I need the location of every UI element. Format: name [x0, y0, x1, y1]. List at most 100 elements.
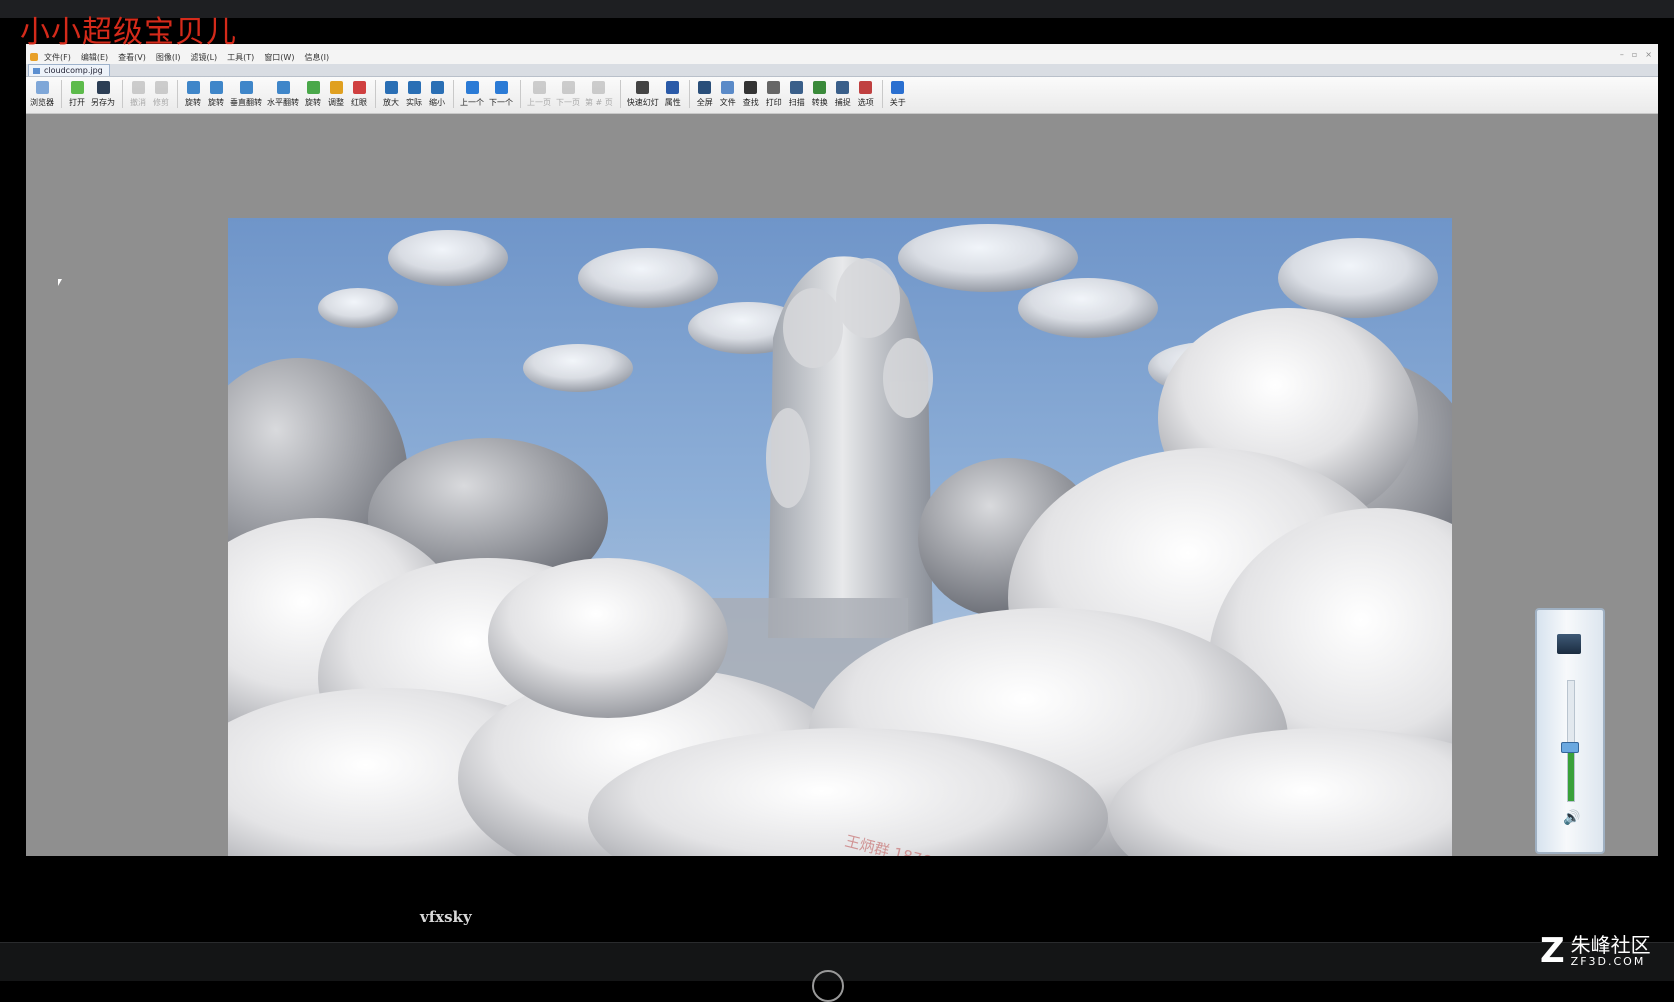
save-as-icon: [96, 81, 110, 94]
toolbar-button-scan[interactable]: 扫描: [788, 79, 806, 108]
menu-file[interactable]: 文件(F): [44, 52, 71, 63]
tab-label: cloudcomp.jpg: [44, 66, 103, 75]
volume-mixer-popup: 🔊: [1535, 608, 1605, 854]
toolbar-button-info[interactable]: 属性: [664, 79, 682, 108]
toolbar-button-label: 撤消: [130, 98, 146, 107]
menu-image[interactable]: 图像(I): [156, 52, 181, 63]
play-circle-icon[interactable]: [812, 970, 844, 1002]
close-icon[interactable]: ×: [1645, 50, 1652, 59]
toolbar-button-flip-horizontal[interactable]: 水平翻转: [267, 79, 299, 108]
capture-icon: [836, 81, 850, 94]
toolbar-button-label: 全屏: [696, 98, 713, 107]
toolbar-button-flip-vertical[interactable]: 垂直翻转: [230, 79, 262, 108]
toolbar-separator: [122, 80, 123, 108]
undo-icon: [131, 81, 145, 94]
toolbar-button-adjust[interactable]: 调整: [327, 79, 345, 108]
toolbar-button-label: 文件: [719, 98, 736, 107]
prev-arrow-icon: [465, 81, 479, 94]
toolbar-button-prev-arrow[interactable]: 上一个: [460, 79, 484, 108]
speaker-icon[interactable]: [1557, 634, 1581, 654]
toolbar-button-label: 查找: [742, 98, 759, 107]
toolbar-button-convert[interactable]: 转换: [811, 79, 829, 108]
cloud-castle-image: 王炳群 18767114...: [228, 218, 1452, 856]
toolbar-button-binoculars[interactable]: 查找: [742, 79, 760, 108]
rotate-right-icon: [209, 81, 223, 94]
toolbar-button-fullscreen[interactable]: 全屏: [696, 79, 714, 108]
toolbar-button-prev-page[interactable]: 上一页: [527, 79, 551, 108]
toolbar-button-rotate-left[interactable]: 旋转: [184, 79, 202, 108]
toolbar-button-zoom-out[interactable]: 缩小: [428, 79, 446, 108]
brand-mark-icon: Z: [1540, 931, 1565, 971]
toolbar-button-options[interactable]: 选项: [857, 79, 875, 108]
toolbar-button-browser[interactable]: 浏览器: [30, 79, 54, 108]
fullscreen-icon: [698, 81, 712, 94]
toolbar-button-open[interactable]: 打开: [68, 79, 86, 108]
minimize-icon[interactable]: –: [1620, 50, 1624, 59]
window-buttons: – ▫ ×: [1620, 50, 1652, 59]
app-icon: [30, 53, 38, 61]
red-eye-icon: [352, 81, 366, 94]
menu-edit[interactable]: 编辑(E): [81, 52, 108, 63]
toolbar-button-label: 旋转: [185, 98, 201, 107]
toolbar-button-label: 快速幻灯: [626, 98, 659, 107]
toolbar-button-label: 下一页: [556, 98, 580, 107]
cloud-image-art: [228, 218, 1452, 856]
toolbar-button-actual-size[interactable]: 实际: [405, 79, 423, 108]
toolbar-button-crop[interactable]: 修剪: [152, 79, 170, 108]
toolbar-separator: [520, 80, 521, 108]
file-icon: [721, 81, 735, 94]
browser-icon: [35, 81, 49, 94]
toolbar-button-rotate-right[interactable]: 旋转: [207, 79, 225, 108]
next-page-icon: [561, 81, 575, 94]
menu-info[interactable]: 信息(I): [304, 52, 329, 63]
volume-slider-track[interactable]: [1567, 680, 1575, 802]
toolbar-button-save-as[interactable]: 另存为: [91, 79, 115, 108]
toolbar-separator: [453, 80, 454, 108]
menu-bar: 文件(F) 编辑(E) 查看(V) 图像(I) 滤镜(L) 工具(T) 窗口(W…: [26, 50, 1658, 64]
video-caption-text: vfxsky: [420, 908, 472, 926]
convert-icon: [813, 81, 827, 94]
image-canvas-area[interactable]: 王炳群 18767114...: [26, 124, 1658, 856]
tab-cloudcomp[interactable]: cloudcomp.jpg: [28, 64, 110, 76]
toolbar-separator: [881, 80, 883, 108]
info-icon: [666, 81, 680, 94]
zoom-out-icon: [430, 81, 444, 94]
toolbar-button-rotate[interactable]: 旋转: [304, 79, 322, 108]
toolbar-button-undo[interactable]: 撤消: [129, 79, 147, 108]
toolbar-button-label: 水平翻转: [267, 98, 299, 107]
volume-slider-thumb[interactable]: [1561, 742, 1579, 753]
toolbar-button-print[interactable]: 打印: [765, 79, 783, 108]
toolbar-button-label: 旋转: [208, 98, 224, 107]
toolbar-separator: [375, 80, 376, 108]
zoom-in-icon: [384, 81, 398, 94]
toolbar: 浏览器 打开 另存为 撤消 修剪 旋转 旋转 垂直翻转 水平翻转 旋转 调整 红眼 放大 实际 缩小 上一个下…: [26, 77, 1658, 114]
toolbar-button-help[interactable]: 关于: [889, 79, 907, 108]
brand-logo: Z 朱峰社区 ZF3D.COM: [1540, 934, 1651, 968]
toolbar-button-file[interactable]: 文件: [719, 79, 737, 108]
toolbar-button-zoom-in[interactable]: 放大: [382, 79, 400, 108]
toolbar-button-capture[interactable]: 捕捉: [834, 79, 852, 108]
menu-tools[interactable]: 工具(T): [227, 52, 254, 63]
flip-vertical-icon: [239, 81, 253, 94]
toolbar-button-next-page[interactable]: 下一页: [556, 79, 580, 108]
video-top-bar: [0, 0, 1674, 18]
toolbar-button-label: 打印: [765, 98, 782, 107]
restore-icon[interactable]: ▫: [1632, 50, 1637, 59]
adjust-icon: [329, 81, 343, 94]
toolbar-button-next-arrow[interactable]: 下一个: [489, 79, 513, 108]
scan-icon: [790, 81, 804, 94]
toolbar-button-slideshow[interactable]: 快速幻灯: [627, 79, 659, 108]
toolbar-separator: [61, 80, 62, 108]
volume-icon[interactable]: 🔊: [1563, 810, 1580, 826]
menu-filter[interactable]: 滤镜(L): [190, 52, 217, 63]
toolbar-button-label: 捕捉: [834, 98, 851, 107]
menu-window[interactable]: 窗口(W): [264, 52, 294, 63]
toolbar-button-label: 修剪: [153, 98, 169, 107]
toolbar-button-label: 转换: [811, 98, 828, 107]
toolbar-button-page-number[interactable]: 第 # 页: [585, 79, 613, 108]
toolbar-button-label: 选项: [857, 98, 874, 107]
menu-view[interactable]: 查看(V): [118, 52, 146, 63]
toolbar-button-red-eye[interactable]: 红眼: [350, 79, 368, 108]
brand-name-cn: 朱峰社区: [1570, 933, 1651, 957]
toolbar-separator: [619, 80, 621, 108]
